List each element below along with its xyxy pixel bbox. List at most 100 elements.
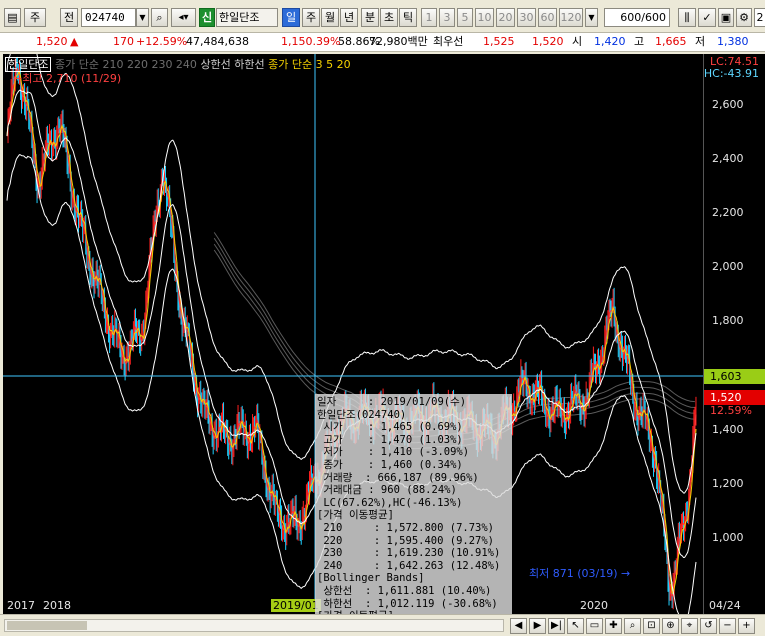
tooltip-row: 저가 : 1,410 (-3.09%) <box>317 446 470 459</box>
price-axis[interactable]: 2,600 2,400 2,200 2,000 1,800 1,400 1,20… <box>703 54 765 614</box>
search-icon[interactable]: ⌕ <box>151 8 168 27</box>
crosshair-icon[interactable]: ✚ <box>605 618 622 634</box>
y-tick: 1,200 <box>712 477 744 490</box>
period-high-marker: ←최고 2,710 (11/29) <box>13 72 122 85</box>
chevron-down-icon[interactable]: ▼ <box>136 8 149 27</box>
period-low-marker: 최저 871 (03/19) → <box>529 567 631 580</box>
period-tick-button[interactable]: 틱 <box>399 8 417 27</box>
window-menu-icon[interactable]: ▤ <box>4 8 21 27</box>
save-icon[interactable]: ▣ <box>718 8 734 27</box>
current-pct-tag: 12.59% <box>710 404 752 417</box>
y-tick: 1,000 <box>712 531 744 544</box>
sound-icon[interactable]: ◂▾ <box>171 8 196 27</box>
interval-5-button[interactable]: 5 <box>457 8 473 27</box>
period-minute-button[interactable]: 분 <box>361 8 379 27</box>
settings-icon[interactable]: ⚙ <box>736 8 752 27</box>
zoom-in-icon[interactable]: + <box>738 618 755 634</box>
count-value: 600 <box>620 11 642 24</box>
menu-button[interactable]: 주 <box>24 8 46 27</box>
open-price: 1,420 <box>594 35 626 48</box>
scroll-left-icon[interactable]: ◀ <box>510 618 527 634</box>
price-chart[interactable]: 한일단조 종가 단순 210 220 230 240 상한선 하한선 종가 단순… <box>3 54 765 616</box>
reset-icon[interactable]: ↺ <box>700 618 717 634</box>
volume-pct: 1,150.39% <box>281 35 341 48</box>
open-label: 시 <box>572 35 583 48</box>
period-month-button[interactable]: 월 <box>321 8 339 27</box>
data-tooltip: 일자 : 2019/01/09(수) 한일단조(024740) 시가 : 1,46… <box>315 394 512 616</box>
chart-scrollbar[interactable] <box>4 619 504 632</box>
tooltip-row: LC(67.62%),HC(-46.13%) <box>317 496 463 509</box>
interval-dropdown-icon[interactable]: ▼ <box>585 8 598 27</box>
legend-short-ma[interactable]: 종가 단순 3 5 20 <box>268 58 350 71</box>
y-tick: 2,200 <box>712 206 744 219</box>
quote-bar: 1,520 ▲ 170 +12.59% 47,484,638 1,150.39%… <box>0 33 765 52</box>
bid-price: 1,520 <box>532 35 564 48</box>
interval-1-button[interactable]: 1 <box>421 8 437 27</box>
best-quote-label: 최우선 <box>433 35 464 48</box>
y-tick: 1,800 <box>712 314 744 327</box>
stock-code-input[interactable]: 024740 <box>81 8 136 27</box>
current-price: 1,520 <box>36 35 68 48</box>
tooltip-row: 거래량 : 666,187 (89.96%) <box>317 471 479 484</box>
volume: 47,484,638 <box>186 35 249 48</box>
count-total: /600 <box>641 11 666 24</box>
low-label: 저 <box>695 35 706 48</box>
marker-icon[interactable]: ⌖ <box>681 618 698 634</box>
scroll-right-icon[interactable]: ▶ <box>529 618 546 634</box>
interval-30-button[interactable]: 30 <box>517 8 536 27</box>
x-crosshair-label: 2019/01 <box>271 599 321 612</box>
toolbar: ▤ 주 전 024740 ▼ ⌕ ◂▾ 신 한일단조 일 주 월 년 분 초 틱… <box>0 0 765 33</box>
stock-name-field: 한일단조 <box>216 8 278 27</box>
up-arrow-icon: ▲ <box>70 35 79 48</box>
interval-10-button[interactable]: 10 <box>475 8 494 27</box>
chart-view-icon[interactable]: ▭ <box>586 618 603 634</box>
trade-amount: 72,980백만 <box>369 35 428 48</box>
interval-120-button[interactable]: 120 <box>559 8 583 27</box>
high-label: 고 <box>634 35 645 48</box>
cursor-icon[interactable]: ↖ <box>567 618 584 634</box>
y-tick: 1,400 <box>712 423 744 436</box>
interval-60-button[interactable]: 60 <box>538 8 557 27</box>
count-field[interactable]: 600/600 <box>604 8 670 27</box>
x-label: 04/24 <box>709 599 741 612</box>
bottom-bar: ◀ ▶ ▶| ↖ ▭ ✚ ⌕ ⊡ ⊕ ⌖ ↺ − + <box>0 614 765 636</box>
tooltip-row: 상한선 : 1,611.881 (10.40%) <box>317 584 492 597</box>
period-week-button[interactable]: 주 <box>302 8 320 27</box>
y-tick: 2,000 <box>712 260 744 273</box>
tooltip-row: 240 : 1,642.263 (12.48%) <box>317 559 501 572</box>
fit-icon[interactable]: ⊡ <box>643 618 660 634</box>
new-badge: 신 <box>199 8 215 27</box>
x-label: 2018 <box>43 599 71 612</box>
legend-bands[interactable]: 상한선 하한선 <box>200 58 264 71</box>
zoom-icon[interactable]: ⊕ <box>662 618 679 634</box>
tooltip-row: 시가 : 1,465 (0.69%) <box>317 421 463 434</box>
x-label: 2017 <box>7 599 35 612</box>
price-change: 170 <box>113 35 134 48</box>
interval-20-button[interactable]: 20 <box>496 8 515 27</box>
tooltip-row: 230 : 1,619.230 (10.91%) <box>317 547 501 560</box>
tooltip-row: 하한선 : 1,012.119 (-30.68%) <box>317 597 498 610</box>
tooltip-row: [Bollinger Bands] <box>317 572 425 585</box>
price-change-pct: +12.59% <box>136 35 188 48</box>
scroll-end-icon[interactable]: ▶| <box>548 618 565 634</box>
prev-button[interactable]: 전 <box>60 8 78 27</box>
tooltip-row: [가격 이동평균] <box>317 509 394 522</box>
chart-type-icon[interactable]: ⫼ <box>678 8 696 27</box>
interval-3-button[interactable]: 3 <box>439 8 455 27</box>
draw-tool-icon[interactable]: ✓ <box>698 8 716 27</box>
y-tick: 2,400 <box>712 152 744 165</box>
trailing-field[interactable]: 2 <box>754 8 765 27</box>
zoom-out-icon[interactable]: − <box>719 618 736 634</box>
y-tick: 2,600 <box>712 98 744 111</box>
crosshair-price-tag: 1,603 <box>704 369 765 384</box>
period-second-button[interactable]: 초 <box>380 8 398 27</box>
tooltip-row: 한일단조(024740) <box>317 408 407 421</box>
high-price: 1,665 <box>655 35 687 48</box>
period-day-button[interactable]: 일 <box>282 8 300 27</box>
period-year-button[interactable]: 년 <box>340 8 358 27</box>
current-price-tag: 1,520 <box>704 390 765 405</box>
search-small-icon[interactable]: ⌕ <box>624 618 641 634</box>
tooltip-row: 고가 : 1,470 (1.03%) <box>317 433 463 446</box>
scroll-thumb[interactable] <box>7 621 87 630</box>
tooltip-row: 종가 : 1,460 (0.34%) <box>317 458 463 471</box>
